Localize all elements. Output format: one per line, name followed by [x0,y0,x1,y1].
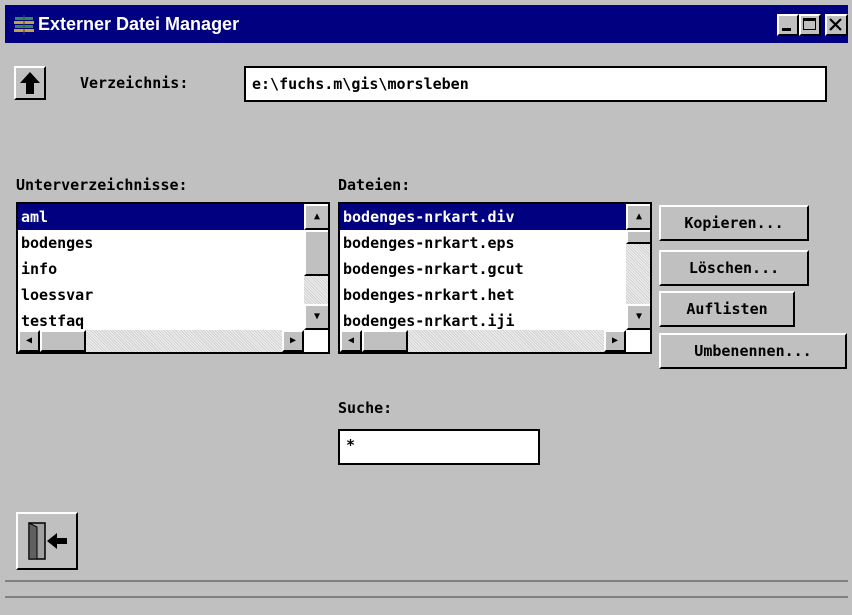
list-button[interactable]: Auflisten [659,291,795,327]
subdirectories-items: aml bodenges info loessvar testfaq [18,204,304,334]
subdirectories-list[interactable]: aml bodenges info loessvar testfaq ▲ ▼ ◀… [16,202,330,354]
app-icon [14,15,34,35]
search-input[interactable]: * [338,429,540,465]
scroll-thumb[interactable] [40,330,86,352]
scroll-left-icon: ◀ [347,335,355,346]
list-item[interactable]: bodenges-nrkart.eps [340,230,626,256]
files-horizontal-scrollbar[interactable]: ◀ ▶ [340,330,626,352]
up-arrow-icon [20,72,40,94]
directory-label: Verzeichnis: [80,74,189,92]
scroll-up-button[interactable]: ▲ [626,204,650,230]
scroll-right-icon: ▶ [289,335,297,346]
scroll-right-button[interactable]: ▶ [604,330,626,352]
list-item[interactable]: bodenges-nrkart.div [340,204,626,230]
list-item[interactable]: bodenges-nrkart.het [340,282,626,308]
list-item[interactable]: info [18,256,304,282]
subdirectories-vertical-scrollbar[interactable]: ▲ ▼ [304,204,328,330]
search-value: * [346,436,356,454]
minimize-icon [782,28,791,31]
scroll-thumb[interactable] [304,230,328,276]
window-title: Externer Datei Manager [38,14,240,34]
scroll-left-button[interactable]: ◀ [18,330,40,352]
exit-button[interactable] [16,512,78,570]
scroll-down-icon: ▼ [313,311,321,322]
directory-input[interactable]: e:\fuchs.m\gis\morsleben [244,66,827,102]
scroll-left-icon: ◀ [25,335,33,346]
scroll-thumb[interactable] [362,330,408,352]
scroll-up-button[interactable]: ▲ [304,204,328,230]
list-item[interactable]: bodenges-nrkart.gcut [340,256,626,282]
list-item[interactable]: bodenges [18,230,304,256]
file-manager-window: Externer Datei Manager Verzeichnis: e:\f… [0,0,852,615]
scroll-down-icon: ▼ [635,311,643,322]
scroll-thumb[interactable] [626,230,650,244]
scroll-left-button[interactable]: ◀ [340,330,362,352]
scroll-down-button[interactable]: ▼ [304,304,328,330]
close-button[interactable] [825,14,848,36]
divider [5,580,848,582]
parent-directory-button[interactable] [14,66,46,100]
files-vertical-scrollbar[interactable]: ▲ ▼ [626,204,650,330]
files-label: Dateien: [338,176,411,194]
subdirectories-label: Unterverzeichnisse: [16,176,188,194]
files-items: bodenges-nrkart.div bodenges-nrkart.eps … [340,204,626,334]
close-icon [829,18,842,31]
status-bar [5,596,848,615]
list-item[interactable]: loessvar [18,282,304,308]
scroll-up-icon: ▲ [313,211,321,222]
scroll-down-button[interactable]: ▼ [626,304,650,330]
delete-button[interactable]: Löschen... [659,250,809,286]
copy-button[interactable]: Kopieren... [659,205,809,241]
scroll-right-button[interactable]: ▶ [282,330,304,352]
rename-button[interactable]: Umbenennen... [659,333,847,369]
scroll-right-icon: ▶ [611,335,619,346]
title-bar[interactable]: Externer Datei Manager [5,5,848,43]
scroll-up-icon: ▲ [635,211,643,222]
exit-door-icon [28,522,67,560]
search-label: Suche: [338,399,393,417]
minimize-button[interactable] [777,14,799,36]
maximize-icon [803,18,816,30]
list-item[interactable]: aml [18,204,304,230]
directory-value: e:\fuchs.m\gis\morsleben [252,75,469,93]
maximize-button[interactable] [799,14,821,36]
files-list[interactable]: bodenges-nrkart.div bodenges-nrkart.eps … [338,202,652,354]
subdirectories-horizontal-scrollbar[interactable]: ◀ ▶ [18,330,304,352]
